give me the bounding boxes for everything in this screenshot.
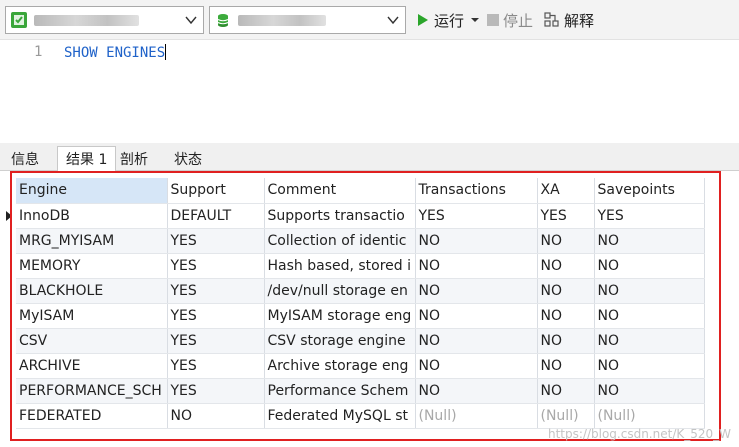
explain-icon (544, 12, 559, 27)
explain-label: 解释 (564, 11, 595, 30)
chevron-down-icon[interactable] (381, 7, 405, 33)
tab-status[interactable]: 状态 (166, 147, 210, 171)
chevron-down-icon[interactable] (179, 7, 203, 33)
text-caret (165, 44, 167, 60)
database-name-redacted (238, 15, 326, 26)
connection-icon (11, 12, 27, 28)
connection-select[interactable] (5, 6, 204, 34)
stop-button[interactable]: 停止 (487, 8, 533, 32)
caret-down-icon[interactable] (470, 15, 480, 25)
sql-editor[interactable]: 1 SHOW ENGINES (0, 40, 739, 143)
result-tabs: 信息 结果 1 剖析 状态 (0, 143, 739, 172)
database-icon (215, 12, 231, 28)
line-number: 1 (34, 44, 43, 60)
toolbar: 运行 停止 解释 (0, 0, 739, 40)
run-button[interactable]: 运行 (416, 8, 480, 32)
watermark: https://blog.csdn.net/K_520_W (548, 427, 731, 441)
explain-button[interactable]: 解释 (544, 8, 594, 32)
line-gutter: 1 (0, 40, 52, 143)
tab-result-1[interactable]: 结果 1 (57, 146, 117, 172)
tab-info[interactable]: 信息 (3, 147, 47, 171)
database-select[interactable] (209, 6, 406, 34)
run-label: 运行 (434, 11, 465, 30)
connection-name-redacted (34, 15, 139, 26)
tab-profile[interactable]: 剖析 (112, 147, 156, 171)
sql-query: SHOW ENGINES (64, 45, 166, 61)
sql-text[interactable]: SHOW ENGINES (64, 44, 167, 61)
annotation-highlight-box (10, 171, 721, 441)
stop-label: 停止 (503, 11, 534, 30)
play-icon (418, 14, 428, 26)
stop-icon (487, 14, 499, 26)
